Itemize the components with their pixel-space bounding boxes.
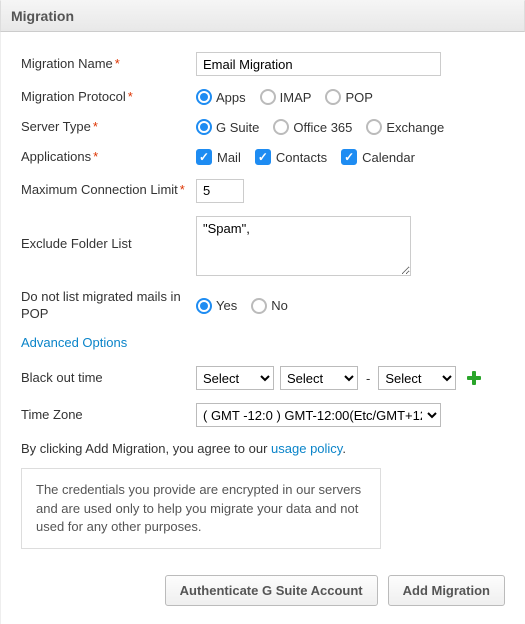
advanced-options-link[interactable]: Advanced Options (21, 335, 127, 350)
radio-icon (273, 119, 289, 135)
checkbox-icon (196, 149, 212, 165)
radio-icon (196, 298, 212, 314)
credentials-info-box: The credentials you provide are encrypte… (21, 468, 381, 549)
add-migration-button[interactable]: Add Migration (388, 575, 505, 606)
radio-icon (260, 89, 276, 105)
app-check-mail[interactable]: Mail (196, 149, 241, 165)
blackout-label: Black out time (21, 370, 196, 387)
protocol-radio-pop[interactable]: POP (325, 89, 372, 105)
plus-icon[interactable] (466, 370, 482, 386)
applications-label: Applications* (21, 149, 196, 166)
poplist-radio-no[interactable]: No (251, 298, 288, 314)
usage-policy-link[interactable]: usage policy (271, 441, 342, 456)
max-conn-input[interactable] (196, 179, 244, 203)
timezone-select[interactable]: ( GMT -12:0 ) GMT-12:00(Etc/GMT+12) (196, 403, 441, 427)
exclude-folder-label: Exclude Folder List (21, 216, 196, 253)
panel-header: Migration (0, 0, 525, 32)
radio-icon (325, 89, 341, 105)
panel-title: Migration (11, 8, 74, 24)
migration-name-input[interactable] (196, 52, 441, 76)
authenticate-button[interactable]: Authenticate G Suite Account (165, 575, 378, 606)
timezone-label: Time Zone (21, 407, 196, 424)
migration-name-label: Migration Name* (21, 56, 196, 73)
app-check-calendar[interactable]: Calendar (341, 149, 415, 165)
server-radio-exchange[interactable]: Exchange (366, 119, 444, 135)
panel-body: Migration Name* Migration Protocol* Apps… (0, 32, 525, 624)
radio-icon (251, 298, 267, 314)
blackout-select-1[interactable]: Select (196, 366, 274, 390)
app-check-contacts[interactable]: Contacts (255, 149, 327, 165)
blackout-select-3[interactable]: Select (378, 366, 456, 390)
pop-list-label: Do not list migrated mails in POP (21, 289, 196, 323)
blackout-select-2[interactable]: Select (280, 366, 358, 390)
max-conn-label: Maximum Connection Limit* (21, 182, 196, 199)
exclude-folder-textarea[interactable] (196, 216, 411, 276)
agree-text: By clicking Add Migration, you agree to … (21, 441, 505, 456)
checkbox-icon (341, 149, 357, 165)
radio-icon (366, 119, 382, 135)
server-radio-gsuite[interactable]: G Suite (196, 119, 259, 135)
protocol-radio-imap[interactable]: IMAP (260, 89, 312, 105)
radio-icon (196, 89, 212, 105)
poplist-radio-yes[interactable]: Yes (196, 298, 237, 314)
server-type-label: Server Type* (21, 119, 196, 136)
radio-icon (196, 119, 212, 135)
protocol-radio-apps[interactable]: Apps (196, 89, 246, 105)
checkbox-icon (255, 149, 271, 165)
blackout-dash: - (366, 371, 370, 386)
required-marker: * (115, 56, 120, 71)
migration-protocol-label: Migration Protocol* (21, 89, 196, 106)
server-radio-office365[interactable]: Office 365 (273, 119, 352, 135)
